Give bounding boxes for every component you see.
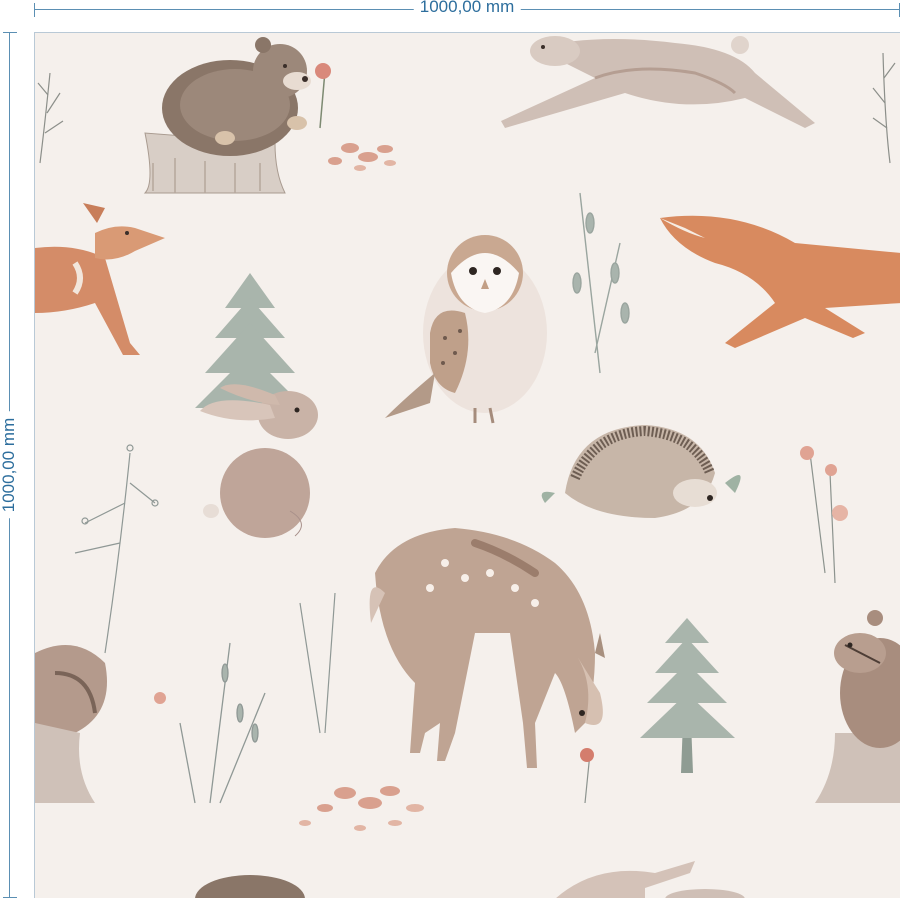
width-tick-left (34, 3, 35, 17)
width-dimension: 1000,00 mm (34, 0, 900, 22)
chipmunk-icon (815, 610, 900, 803)
pebbles-icon (299, 786, 424, 831)
height-dimension: 1000,00 mm (0, 32, 22, 898)
rabbit-icon (200, 384, 318, 538)
fox-icon (660, 215, 900, 348)
bear-icon (143, 37, 331, 194)
wildflower-icon (74, 444, 159, 654)
width-label: 1000,00 mm (413, 0, 521, 17)
wildflower-icon (872, 52, 896, 164)
wildflower-icon (299, 592, 336, 734)
owl-icon (385, 235, 547, 424)
wallpaper-pattern-preview (34, 32, 900, 898)
bear-icon (195, 875, 305, 898)
height-tick-top (3, 32, 17, 33)
deer-icon (369, 528, 605, 768)
wildflower-icon (800, 446, 848, 584)
height-label: 1000,00 mm (0, 411, 19, 519)
wildflower-icon (154, 642, 266, 804)
hedgehog-icon (541, 425, 741, 518)
squirrel-icon (35, 645, 107, 803)
fox-icon (35, 203, 165, 355)
hare-icon (556, 861, 745, 898)
hare-icon (501, 36, 815, 128)
wildflower-icon (572, 192, 630, 374)
pattern-illustration (35, 36, 900, 898)
fir-tree-icon (640, 618, 735, 773)
wildflower-icon (580, 748, 594, 804)
wildflower-icon (37, 72, 64, 164)
pebbles-icon (328, 143, 396, 171)
